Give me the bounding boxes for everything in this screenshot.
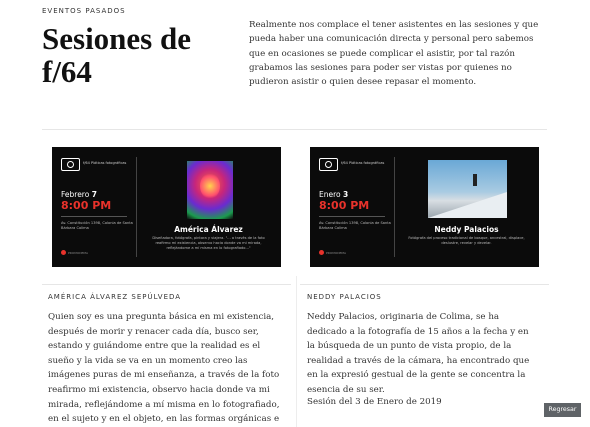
poster-speaker-desc: Fotógrafa del proceso tradicional de bos…	[408, 236, 525, 245]
speaker-heading-america: AMÉRICA ÁLVAREZ SEPÚLVEDA	[48, 293, 182, 301]
poster-speaker-desc: Diseñadora, fotógrafa, pintora y viajera…	[152, 236, 265, 250]
poster-month: Enero	[319, 190, 341, 199]
speaker-bio-america: Quien soy es una pregunta básica en mi e…	[48, 312, 280, 425]
poster-info-panel: f/64 Pláticas fotográficas Enero 3 8:00 …	[310, 147, 394, 267]
poster-logo-text: f/64 Pláticas fotográficas	[341, 161, 385, 165]
poster-venue: Av. Constitución 1398, Colonia de Santa …	[61, 221, 133, 230]
page-title: Sesiones de f/64	[42, 21, 191, 89]
poster-brand: PROMODEMA	[68, 251, 89, 255]
poster-divider	[394, 157, 395, 257]
back-button[interactable]: Regresar	[544, 403, 581, 417]
column-divider	[42, 284, 291, 285]
poster-day: 3	[343, 190, 349, 199]
eyebrow-label: EVENTOS PASADOS	[42, 7, 126, 15]
event-poster-america[interactable]: f/64 Pláticas fotográficas Febrero 7 8:0…	[52, 147, 281, 267]
session-date: Sesión del 3 de Enero de 2019	[307, 397, 442, 407]
column-separator	[296, 276, 297, 427]
speaker-bio-neddy: Neddy Palacios, originaria de Colima, se…	[307, 312, 530, 395]
speaker-photo	[187, 161, 233, 219]
camera-logo-icon	[319, 158, 338, 171]
section-divider	[42, 129, 547, 130]
speaker-heading-neddy: NEDDY PALACIOS	[307, 293, 382, 301]
poster-brand: PROMODEMA	[326, 251, 347, 255]
column-divider	[300, 284, 549, 285]
poster-venue: Av. Constitución 1398, Colonia de Santa …	[319, 221, 391, 230]
brand-logo-icon	[61, 250, 66, 255]
poster-logo-text: f/64 Pláticas fotográficas	[83, 161, 127, 165]
poster-speaker-name: Neddy Palacios	[434, 225, 499, 234]
intro-paragraph: Realmente nos complace el tener asistent…	[249, 20, 539, 88]
poster-date: Febrero 7	[61, 190, 97, 199]
poster-info-panel: f/64 Pláticas fotográficas Febrero 7 8:0…	[52, 147, 136, 267]
brand-logo-icon	[319, 250, 324, 255]
event-poster-neddy[interactable]: f/64 Pláticas fotográficas Enero 3 8:00 …	[310, 147, 539, 267]
poster-speaker-name: América Álvarez	[174, 225, 243, 234]
poster-rule	[319, 216, 385, 217]
poster-time: 8:00 PM	[61, 199, 112, 212]
speaker-photo	[428, 160, 507, 218]
poster-month: Febrero	[61, 190, 90, 199]
poster-rule	[61, 216, 127, 217]
poster-day: 7	[91, 190, 97, 199]
poster-time: 8:00 PM	[319, 199, 370, 212]
camera-logo-icon	[61, 158, 80, 171]
poster-divider	[136, 157, 137, 257]
poster-date: Enero 3	[319, 190, 348, 199]
